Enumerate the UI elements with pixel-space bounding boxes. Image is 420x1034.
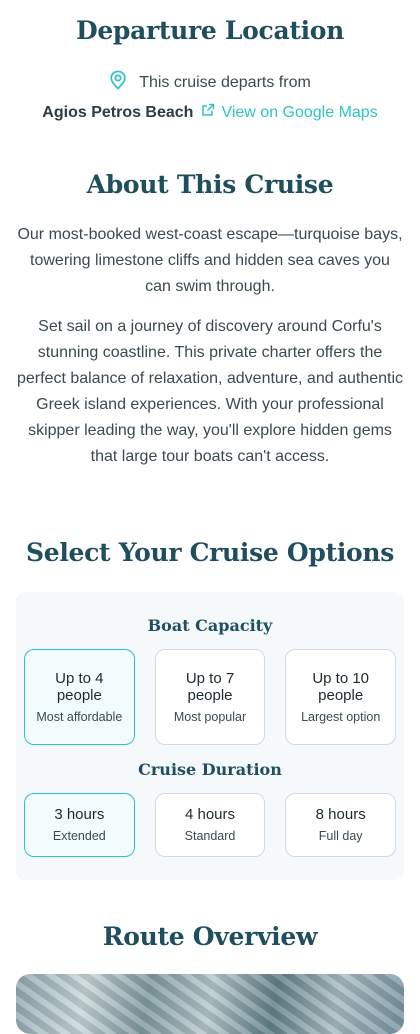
boat-capacity-options: Up to 4 people Most affordable Up to 7 p… (24, 649, 397, 745)
option-sublabel: Full day (318, 829, 363, 843)
duration-option-4-hours[interactable]: 4 hours Standard (154, 793, 266, 857)
departs-from-text: This cruise departs from (139, 73, 311, 91)
location-name: Agios Petros Beach (42, 103, 194, 121)
option-label: 3 hours (54, 806, 105, 823)
option-sublabel: Most affordable (36, 709, 123, 724)
capacity-option-7-people[interactable]: Up to 7 people Most popular (154, 649, 266, 745)
google-maps-link[interactable]: View on Google Maps (201, 103, 378, 122)
about-title: About This Cruise (86, 170, 334, 199)
option-sublabel: Largest option (301, 709, 381, 724)
boat-capacity-title: Boat Capacity (147, 616, 273, 635)
option-sublabel: Most popular (173, 709, 247, 724)
google-maps-link-label: View on Google Maps (221, 103, 378, 121)
option-label: Up to 4 people (55, 669, 104, 704)
option-label: Up to 10 people (312, 669, 370, 704)
option-label: Up to 7 people (185, 669, 235, 704)
option-sublabel: Standard (184, 829, 236, 843)
option-sublabel: Extended (52, 829, 106, 843)
option-label: 8 hours (315, 806, 366, 823)
route-overview-title: Route Overview (102, 922, 318, 951)
duration-option-3-hours[interactable]: 3 hours Extended (24, 793, 135, 857)
departure-info: This cruise departs from (0, 70, 420, 95)
capacity-option-4-people[interactable]: Up to 4 people Most affordable (24, 649, 135, 745)
cruise-options-title: Select Your Cruise Options (25, 538, 395, 567)
external-link-icon (201, 103, 215, 122)
about-paragraph-details: Set sail on a journey of discovery aroun… (16, 318, 404, 465)
cruise-duration-title: Cruise Duration (138, 760, 282, 779)
route-map-image (16, 974, 404, 1034)
cruise-duration-options: 3 hours Extended 4 hours Standard 8 hour… (24, 793, 397, 857)
map-pin-icon (109, 70, 127, 95)
departure-title: Departure Location (75, 16, 345, 45)
option-label: 4 hours (184, 806, 236, 823)
location-line: Agios Petros Beach View on Google Maps (0, 103, 420, 122)
about-paragraph-intro: Our most-booked west-coast escape—turquo… (17, 226, 403, 295)
capacity-option-10-people[interactable]: Up to 10 people Largest option (285, 649, 397, 745)
duration-option-8-hours[interactable]: 8 hours Full day (285, 793, 397, 857)
cruise-options-panel: Boat Capacity Up to 4 people Most afford… (16, 592, 404, 880)
